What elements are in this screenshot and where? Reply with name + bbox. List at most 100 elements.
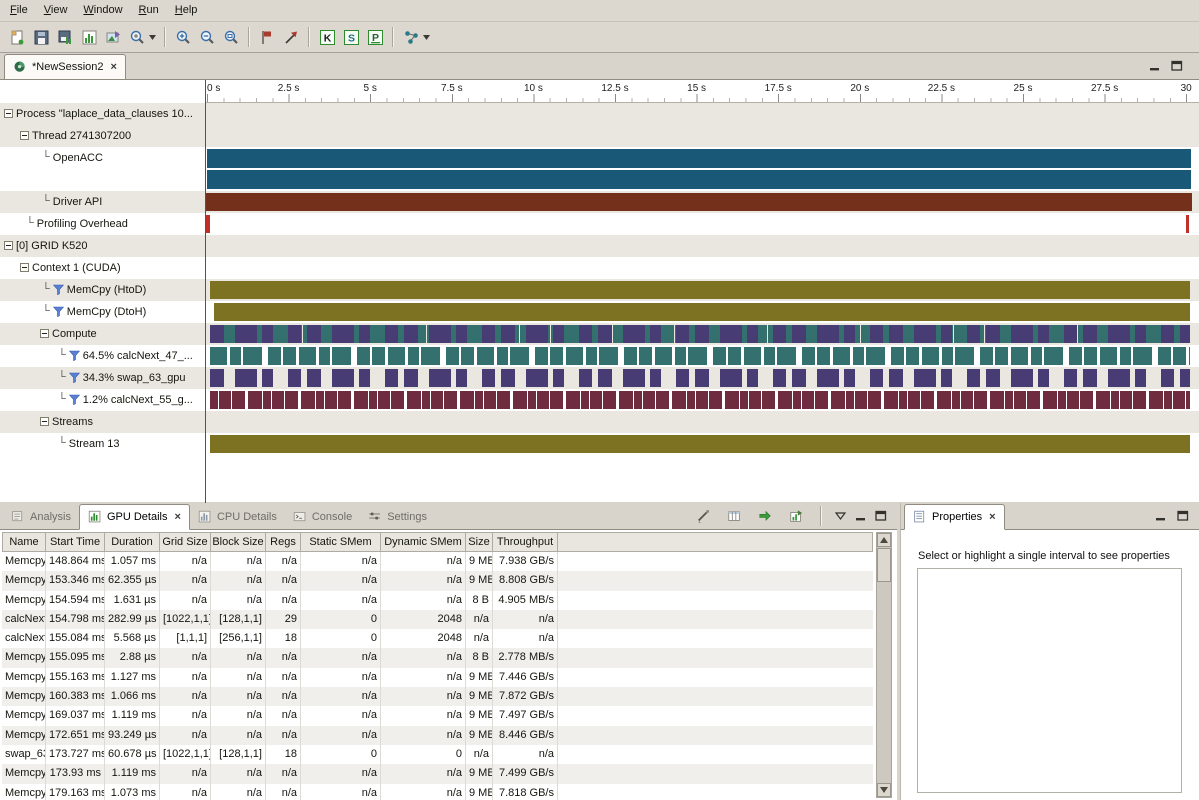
column-header-throughput[interactable]: Throughput: [493, 532, 558, 552]
zoom-menu-dropdown-icon[interactable]: [149, 25, 159, 49]
save-button[interactable]: [29, 25, 53, 49]
timeline-row[interactable]: Process "laplace_data_clauses 10...: [0, 103, 1199, 125]
table-row[interactable]: Memcpy169.037 ms1.119 msn/an/an/an/an/a9…: [2, 706, 873, 725]
timeline-canvas-row[interactable]: [206, 125, 1199, 147]
details-tab-console[interactable]: Console: [285, 504, 360, 530]
timeline-bar[interactable]: [207, 149, 1191, 168]
tree-cell[interactable]: └Stream 13: [0, 433, 205, 455]
marker-pointer-button[interactable]: [279, 25, 303, 49]
table-row[interactable]: Memcpy153.346 ms62.355 µsn/an/an/an/an/a…: [2, 571, 873, 590]
filter-funnel-icon[interactable]: [53, 284, 64, 298]
menu-file[interactable]: File: [2, 0, 36, 21]
collapse-toggle-icon[interactable]: [40, 417, 49, 426]
details-view-menu-caret[interactable]: [834, 510, 847, 523]
columns-button[interactable]: [722, 504, 746, 528]
tree-cell[interactable]: [0] GRID K520: [0, 235, 205, 257]
marker-flag-button[interactable]: [255, 25, 279, 49]
tree-cell[interactable]: └Driver API: [0, 191, 205, 213]
column-header-static-smem[interactable]: Static SMem: [301, 532, 381, 552]
tree-cell[interactable]: └OpenACC: [0, 147, 205, 191]
timeline-row[interactable]: └Stream 13: [0, 433, 1199, 455]
table-row[interactable]: Memcpy155.095 ms2.88 µsn/an/an/an/an/a8 …: [2, 648, 873, 667]
sync-button[interactable]: [753, 504, 777, 528]
scroll-thumb[interactable]: [877, 548, 891, 582]
collapse-toggle-icon[interactable]: [20, 131, 29, 140]
timeline-bar[interactable]: [210, 325, 1190, 343]
properties-maximize-button[interactable]: [1176, 510, 1189, 523]
scroll-down-icon[interactable]: [877, 783, 891, 797]
kernel-mode-button[interactable]: K: [315, 25, 339, 49]
timeline-maximize-button[interactable]: [1170, 59, 1183, 72]
timeline-row[interactable]: └34.3% swap_63_gpu: [0, 367, 1199, 389]
dependency-analysis-dropdown-icon[interactable]: [423, 25, 433, 49]
timeline-canvas-row[interactable]: [206, 103, 1199, 125]
tree-cell[interactable]: Streams: [0, 411, 205, 433]
details-minimize-button[interactable]: [854, 510, 867, 523]
export-image-button[interactable]: [101, 25, 125, 49]
tree-cell[interactable]: └64.5% calcNext_47_...: [0, 345, 205, 367]
highlight-button[interactable]: [691, 504, 715, 528]
tree-cell[interactable]: Thread 2741307200: [0, 125, 205, 147]
table-row[interactable]: calcNext154.798 ms282.99 µs[1022,1,1][12…: [2, 610, 873, 629]
tab-close-icon[interactable]: ×: [173, 511, 181, 523]
table-row[interactable]: Memcpy179.163 ms1.073 msn/an/an/an/an/a9…: [2, 784, 873, 800]
timeline-row[interactable]: └Profiling Overhead: [0, 213, 1199, 235]
timeline-minimize-button[interactable]: [1148, 59, 1161, 72]
column-header-duration[interactable]: Duration: [105, 532, 160, 552]
timeline-canvas-row[interactable]: [206, 301, 1199, 323]
table-row[interactable]: Memcpy148.864 ms1.057 msn/an/an/an/an/a9…: [2, 552, 873, 571]
zoom-menu-button[interactable]: [125, 25, 149, 49]
timeline-bar[interactable]: [206, 215, 209, 233]
dependency-analysis-button[interactable]: [399, 25, 423, 49]
timeline-row[interactable]: [0] GRID K520: [0, 235, 1199, 257]
column-header-start-time[interactable]: Start Time: [46, 532, 105, 552]
timeline-bar[interactable]: [210, 369, 1190, 387]
details-tab-settings[interactable]: Settings: [360, 504, 435, 530]
timeline-canvas-row[interactable]: [206, 367, 1199, 389]
details-tab-gpu-details[interactable]: GPU Details×: [79, 504, 190, 530]
column-header-size[interactable]: Size: [466, 532, 493, 552]
timeline-canvas-row[interactable]: [206, 345, 1199, 367]
table-row[interactable]: calcNext155.084 ms5.568 µs[1,1,1][256,1,…: [2, 629, 873, 648]
timeline-row[interactable]: └OpenACC: [0, 147, 1199, 191]
timeline-canvas-row[interactable]: [206, 279, 1199, 301]
tree-cell[interactable]: └1.2% calcNext_55_g...: [0, 389, 205, 411]
session-tab[interactable]: *NewSession2 ×: [4, 54, 126, 79]
collapse-toggle-icon[interactable]: [40, 329, 49, 338]
details-tab-cpu-details[interactable]: CPU Details: [190, 504, 285, 530]
timeline-bar[interactable]: [214, 303, 1190, 321]
filter-funnel-icon[interactable]: [69, 350, 80, 364]
session-tab-close-icon[interactable]: ×: [109, 61, 117, 73]
timeline-canvas-row[interactable]: [206, 433, 1199, 455]
filter-funnel-icon[interactable]: [69, 394, 80, 408]
column-header-regs[interactable]: Regs: [266, 532, 301, 552]
tree-cell[interactable]: └Profiling Overhead: [0, 213, 205, 235]
timeline-bar[interactable]: [210, 347, 1190, 365]
properties-tab-close-icon[interactable]: ×: [987, 511, 995, 523]
table-row[interactable]: Memcpy173.93 ms1.119 msn/an/an/an/an/a9 …: [2, 764, 873, 783]
column-header-dynamic-smem[interactable]: Dynamic SMem: [381, 532, 466, 552]
timeline-bar[interactable]: [1186, 215, 1189, 233]
collapse-toggle-icon[interactable]: [4, 109, 13, 118]
properties-minimize-button[interactable]: [1154, 510, 1167, 523]
timeline-row[interactable]: └MemCpy (DtoH): [0, 301, 1199, 323]
new-session-button[interactable]: [5, 25, 29, 49]
timeline-row[interactable]: └Driver API: [0, 191, 1199, 213]
timeline-row[interactable]: └64.5% calcNext_47_...: [0, 345, 1199, 367]
tree-cell[interactable]: └MemCpy (HtoD): [0, 279, 205, 301]
column-header-grid-size[interactable]: Grid Size: [160, 532, 211, 552]
precision-mode-button[interactable]: P: [363, 25, 387, 49]
tree-cell[interactable]: Process "laplace_data_clauses 10...: [0, 103, 205, 125]
timeline-canvas-row[interactable]: [206, 191, 1199, 213]
timeline-bar[interactable]: [210, 391, 1190, 409]
timeline-canvas-row[interactable]: [206, 213, 1199, 235]
timeline-canvas-row[interactable]: [206, 389, 1199, 411]
timeline-row[interactable]: └1.2% calcNext_55_g...: [0, 389, 1199, 411]
zoom-fit-button[interactable]: [219, 25, 243, 49]
timeline-canvas-row[interactable]: [206, 323, 1199, 345]
collapse-toggle-icon[interactable]: [20, 263, 29, 272]
tree-timeline-divider[interactable]: [205, 80, 206, 503]
timeline-row[interactable]: Streams: [0, 411, 1199, 433]
gpu-table-scrollbar[interactable]: [876, 532, 892, 798]
tree-cell[interactable]: Compute: [0, 323, 205, 345]
